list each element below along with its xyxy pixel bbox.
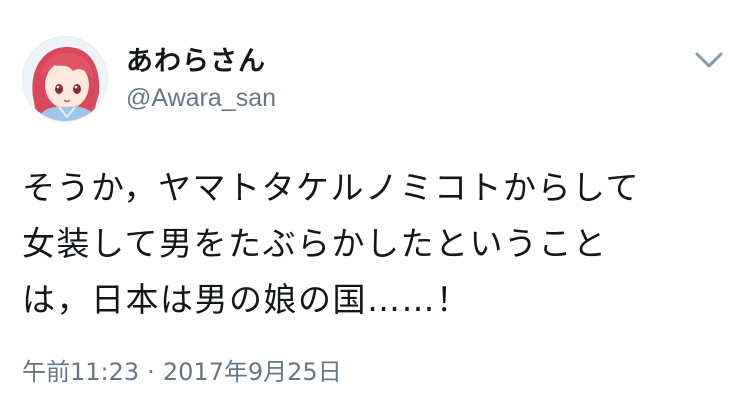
display-name[interactable]: あわらさん xyxy=(126,39,266,78)
user-avatar-illustration xyxy=(23,37,107,121)
tweet-timestamp[interactable]: 午前11:23 · 2017年9月25日 xyxy=(22,352,342,387)
tweet-text-line: は，日本は男の娘の国……！ xyxy=(22,280,471,319)
avatar[interactable] xyxy=(22,36,108,122)
timestamp-separator: · xyxy=(147,358,155,386)
chevron-down-icon[interactable] xyxy=(692,46,726,74)
user-handle[interactable]: @Awara_san xyxy=(126,84,276,113)
tweet-date: 2017年9月25日 xyxy=(162,358,342,386)
tweet-text-line: そうか，ヤマトタケルノミコトからして xyxy=(22,168,641,207)
tweet-text: そうか，ヤマトタケルノミコトからして 女装して男をたぶらかしたということ は，日… xyxy=(22,160,722,328)
tweet-time: 午前11:23 xyxy=(22,358,140,386)
tweet-text-line: 女装して男をたぶらかしたということ xyxy=(22,224,608,263)
tweet-card: あわらさん @Awara_san そうか，ヤマトタケルノミコトからして 女装して… xyxy=(0,0,750,403)
